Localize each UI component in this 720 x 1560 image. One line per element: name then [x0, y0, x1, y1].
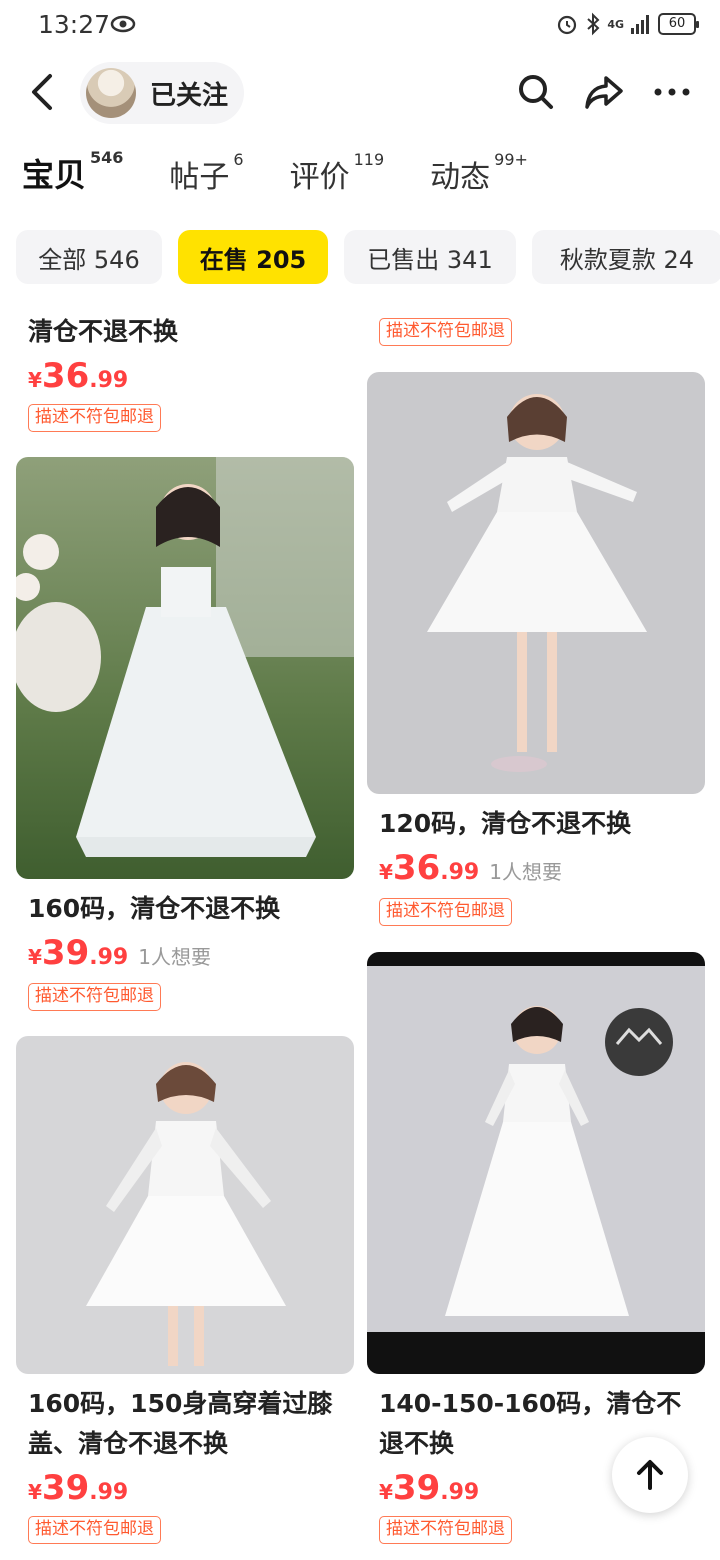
product-price: ¥ 36 .99	[28, 356, 128, 396]
filter-sold[interactable]: 已售出 341	[344, 230, 516, 284]
status-time: 13:27	[38, 10, 111, 39]
price-decimal: .99	[89, 1480, 129, 1505]
search-icon[interactable]	[516, 72, 556, 112]
product-image[interactable]	[16, 1036, 354, 1374]
tab-posts[interactable]: 帖子 6	[169, 150, 244, 196]
price-integer: 36	[41, 356, 90, 396]
tab-count: 99+	[494, 150, 528, 169]
guarantee-tag: 描述不符包邮退	[379, 318, 512, 346]
currency-symbol: ¥	[28, 1480, 42, 1504]
follow-chip[interactable]: 已关注	[80, 62, 244, 124]
currency-symbol: ¥	[28, 368, 42, 392]
battery-icon: 60	[658, 13, 699, 35]
tab-label: 动态	[430, 160, 491, 195]
price-integer: 39	[392, 1468, 441, 1508]
product-price: ¥ 39 .99	[28, 1468, 128, 1508]
currency-symbol: ¥	[379, 860, 393, 884]
want-count: 1人想要	[489, 860, 562, 884]
filter-bar: 全部 546 在售 205 已售出 341 秋款夏款 24	[16, 230, 720, 284]
arrow-up-icon	[637, 1460, 663, 1490]
tab-count: 546	[90, 148, 124, 167]
avatar[interactable]	[86, 68, 136, 118]
product-image[interactable]	[16, 457, 354, 879]
want-count: 1人想要	[138, 945, 211, 969]
eye-icon	[110, 15, 136, 33]
guarantee-tag: 描述不符包邮退	[28, 1516, 161, 1544]
product-price: ¥ 39 .99 1人想要	[28, 933, 211, 973]
alarm-icon	[558, 15, 577, 35]
tab-count: 6	[233, 150, 244, 169]
price-decimal: .99	[89, 368, 129, 393]
back-icon[interactable]	[26, 72, 60, 112]
product-title: 160码，清仓不退不换	[28, 894, 281, 923]
price-integer: 39	[41, 1468, 90, 1508]
price-decimal: .99	[440, 1480, 480, 1505]
tab-label: 帖子	[169, 160, 230, 195]
more-icon[interactable]	[652, 72, 692, 112]
tab-items[interactable]: 宝贝 546	[22, 148, 124, 196]
currency-symbol: ¥	[379, 1480, 393, 1504]
tab-count: 119	[353, 150, 385, 169]
price-decimal: .99	[89, 945, 129, 970]
share-icon[interactable]	[584, 72, 624, 112]
price-decimal: .99	[440, 860, 480, 885]
scroll-top-button[interactable]	[612, 1437, 688, 1513]
price-integer: 39	[41, 933, 90, 973]
product-price: ¥ 39 .99	[379, 1468, 479, 1508]
product-title: 160码，150身高穿着过膝盖、清仓不退不换	[28, 1389, 333, 1458]
filter-all[interactable]: 全部 546	[16, 230, 162, 284]
currency-symbol: ¥	[28, 945, 42, 969]
tab-reviews[interactable]: 评价 119	[289, 150, 385, 196]
bluetooth-icon	[587, 12, 600, 36]
shop-header: 已关注	[0, 58, 720, 128]
guarantee-tag: 描述不符包邮退	[28, 983, 161, 1011]
tab-activity[interactable]: 动态 99+	[430, 150, 528, 196]
product-image[interactable]	[367, 372, 705, 794]
product-title: 清仓不退不换	[28, 317, 179, 346]
shop-tabs: 宝贝 546 帖子 6 评价 119 动态 99+	[22, 148, 574, 196]
guarantee-tag: 描述不符包邮退	[28, 404, 161, 432]
tab-label: 评价	[289, 160, 350, 195]
signal-icon	[631, 15, 649, 34]
filter-season[interactable]: 秋款夏款 24	[532, 230, 720, 284]
filter-on-sale[interactable]: 在售 205	[178, 230, 328, 284]
product-image[interactable]	[367, 952, 705, 1374]
price-integer: 36	[392, 848, 441, 888]
product-grid: 清仓不退不换 ¥ 36 .99 描述不符包邮退 描述不符包邮退 160码，清仓不…	[0, 292, 720, 1560]
network-label: 4G	[607, 17, 624, 31]
guarantee-tag: 描述不符包邮退	[379, 898, 512, 926]
product-price: ¥ 36 .99 1人想要	[379, 848, 562, 888]
status-bar: 13:27 4G 60	[0, 0, 720, 52]
status-right: 4G 60	[555, 12, 699, 36]
follow-label: 已关注	[150, 80, 229, 111]
tab-label: 宝贝	[22, 156, 87, 194]
guarantee-tag: 描述不符包邮退	[379, 1516, 512, 1544]
product-title: 120码，清仓不退不换	[379, 809, 632, 838]
